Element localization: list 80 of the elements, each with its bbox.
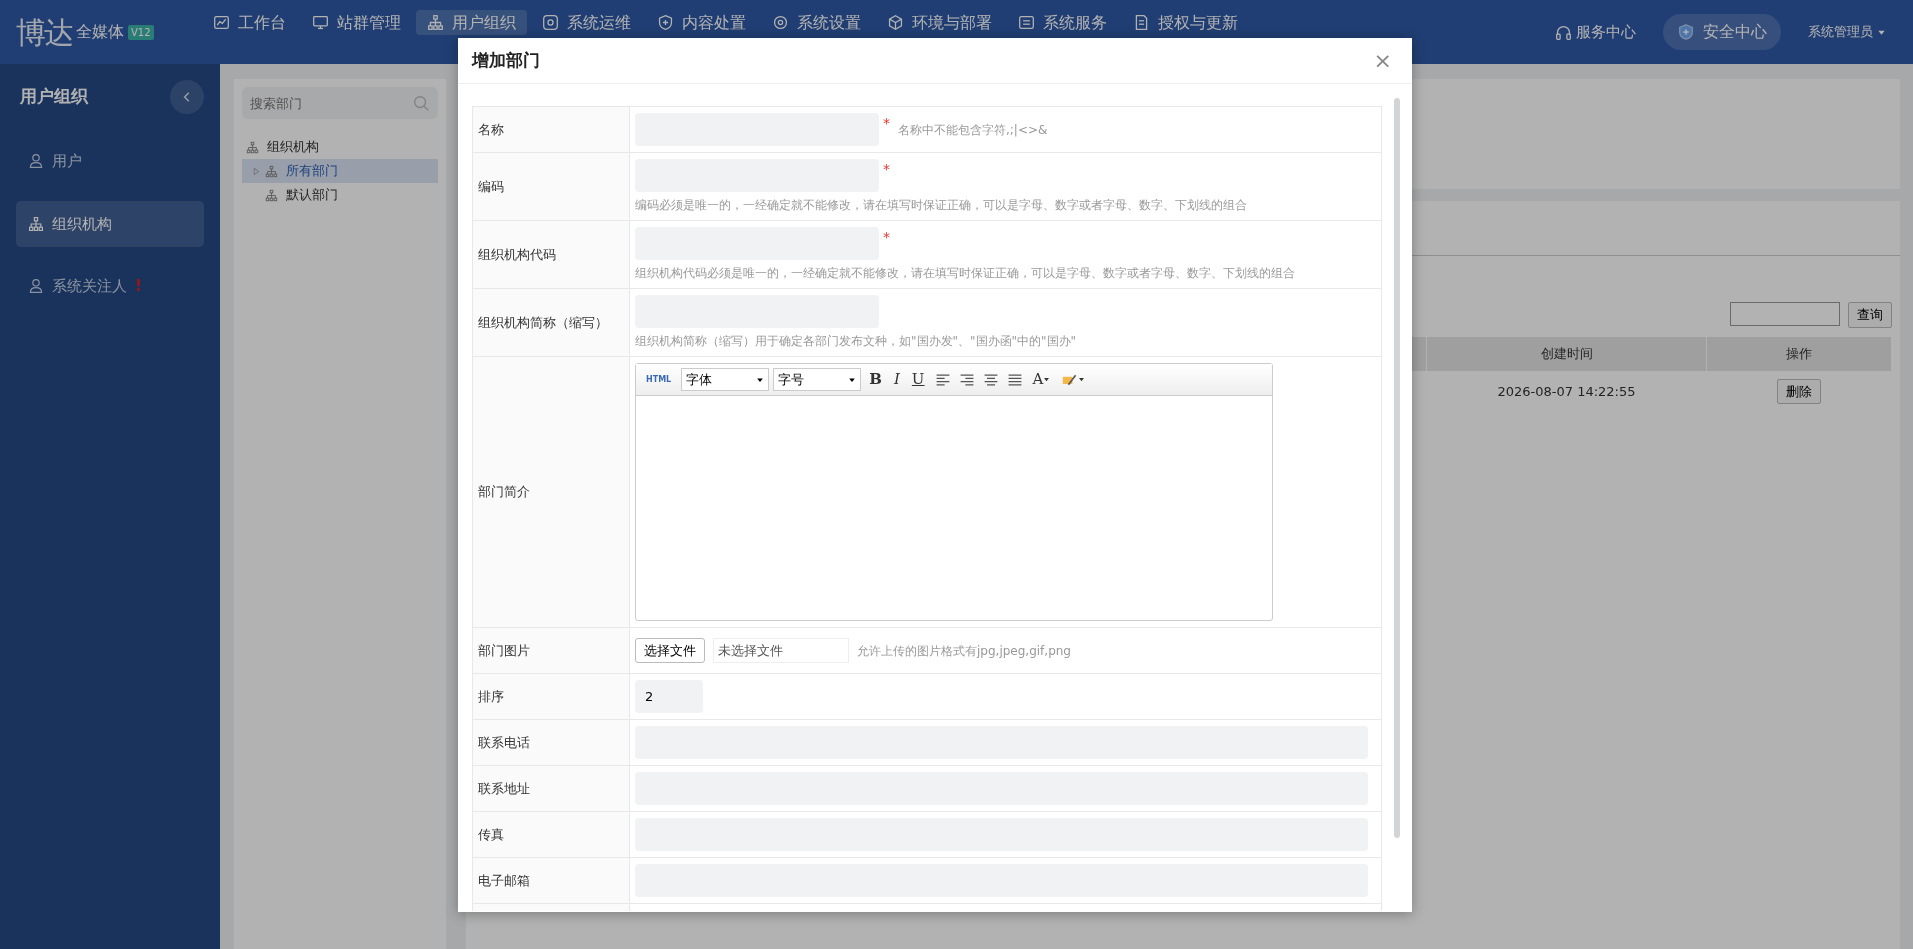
hint-text: 名称中不能包含字符,;|<>& <box>898 121 1048 139</box>
caret-icon <box>756 375 765 384</box>
field-label: 编码 <box>478 178 504 194</box>
org-chart-icon <box>28 215 44 232</box>
dropdown[interactable]: 字体 <box>681 368 770 391</box>
html-button[interactable]: HTML <box>640 372 678 387</box>
required-mark: * <box>883 160 890 179</box>
search-field[interactable] <box>1730 302 1840 326</box>
font-color-button[interactable]: A <box>1028 368 1055 391</box>
logo-text: 博达 <box>16 13 72 52</box>
nav-tab[interactable]: 系统服务 <box>1006 10 1118 36</box>
org-chart-icon <box>265 164 278 178</box>
field-label: 部门图片 <box>478 642 530 658</box>
field-label: 传真 <box>478 826 504 842</box>
hint-text: 编码必须是唯一的，一经确定就不能修改，请在填写时保证正确，可以是字母、数字或者字母、数字、下划线的组合 <box>635 197 1248 214</box>
tree-item[interactable]: 所有部门 <box>242 159 438 183</box>
delete-button[interactable]: 删除 <box>1777 378 1821 404</box>
chart-icon <box>212 14 230 32</box>
user-icon <box>28 153 44 170</box>
format-button[interactable]: B <box>865 368 886 391</box>
alert-mark: ! <box>135 276 142 297</box>
dialog-title: 增加部门 <box>472 48 540 72</box>
org-chart-icon <box>426 14 444 32</box>
field-label: 名称 <box>478 121 504 137</box>
caret-icon <box>848 375 857 384</box>
sidebar-title: 用户组织 <box>20 85 88 109</box>
nav-tab[interactable]: 授权与更新 <box>1121 10 1249 36</box>
field-label: 部门简介 <box>478 484 530 500</box>
search-button[interactable]: 查询 <box>1848 302 1892 328</box>
column-header: 创建时间 <box>1426 336 1707 371</box>
field-label: 联系电话 <box>478 734 530 750</box>
hint-text: 允许上传的图片格式有jpg,jpeg,gif,png <box>857 642 1071 660</box>
tree-item[interactable]: 组织机构 <box>242 135 438 159</box>
product-name: 全媒体 <box>76 21 124 43</box>
caret-right-icon <box>252 166 261 176</box>
choose-file-button[interactable]: 选择文件 <box>635 637 705 664</box>
sidebar-item[interactable]: 系统关注人 ! <box>16 263 204 310</box>
search-field[interactable]: 搜索部门 <box>242 87 438 119</box>
nav-tab[interactable]: 内容处置 <box>645 10 757 36</box>
scrollbar[interactable] <box>1394 98 1400 838</box>
dropdown[interactable]: 字号 <box>773 368 862 391</box>
table-cell: 2026-08-07 14:22:55 <box>1497 383 1636 399</box>
nav-tab[interactable]: 系统运维 <box>530 10 642 36</box>
shield-icon <box>1677 23 1695 41</box>
required-mark: * <box>883 114 890 133</box>
format-button[interactable]: U <box>907 368 929 391</box>
version-badge: V12 <box>128 24 154 40</box>
user-icon <box>28 278 44 295</box>
field-label: 联系地址 <box>478 780 530 796</box>
format-button[interactable]: I <box>889 368 904 391</box>
field-label: 组织机构简称（缩写） <box>478 314 608 330</box>
org-chart-icon <box>246 140 259 154</box>
nav-tab[interactable]: 环境与部署 <box>875 10 1003 36</box>
field-label: 电子邮箱 <box>478 872 530 888</box>
hint-text: 组织机构代码必须是唯一的，一经确定就不能修改，请在填写时保证正确，可以是字母、数字或者字母、数字、下划线的组合 <box>635 265 1296 282</box>
monitor-icon <box>311 14 329 32</box>
input-field[interactable]: 2 <box>635 680 703 713</box>
nav-tab[interactable]: 站群管理 <box>300 10 412 36</box>
rich-text-editor[interactable]: HTML 字体 字号 B I U A <box>635 363 1273 621</box>
cube-icon <box>886 14 904 32</box>
field-label: 排序 <box>478 688 504 704</box>
user-menu[interactable]: 系统管理员 <box>1797 21 1897 43</box>
service-link[interactable]: 服务中心 <box>1544 20 1647 44</box>
required-mark: * <box>883 228 890 247</box>
sidebar-item[interactable]: 用户 <box>16 138 204 185</box>
column-header: 操作 <box>1706 336 1892 371</box>
org-chart-icon <box>265 188 278 202</box>
nav-tab[interactable]: 工作台 <box>201 10 297 36</box>
caret-icon <box>1078 376 1086 383</box>
search-icon <box>412 94 430 112</box>
headphones-icon <box>1555 23 1572 41</box>
hint-text: 组织机构简称（缩写）用于确定各部门发布文种，如"国办发"、"国办函"中的"国办" <box>635 333 1078 350</box>
caret-icon <box>1043 376 1051 383</box>
close-button[interactable]: × <box>1367 48 1398 73</box>
tree-item[interactable]: 默认部门 <box>242 183 438 207</box>
server-icon <box>1017 14 1035 32</box>
field-label: 组织机构代码 <box>478 246 556 262</box>
nav-tab[interactable]: 系统设置 <box>760 10 872 36</box>
file-name: 未选择文件 <box>713 637 849 664</box>
shield-icon <box>656 14 674 32</box>
